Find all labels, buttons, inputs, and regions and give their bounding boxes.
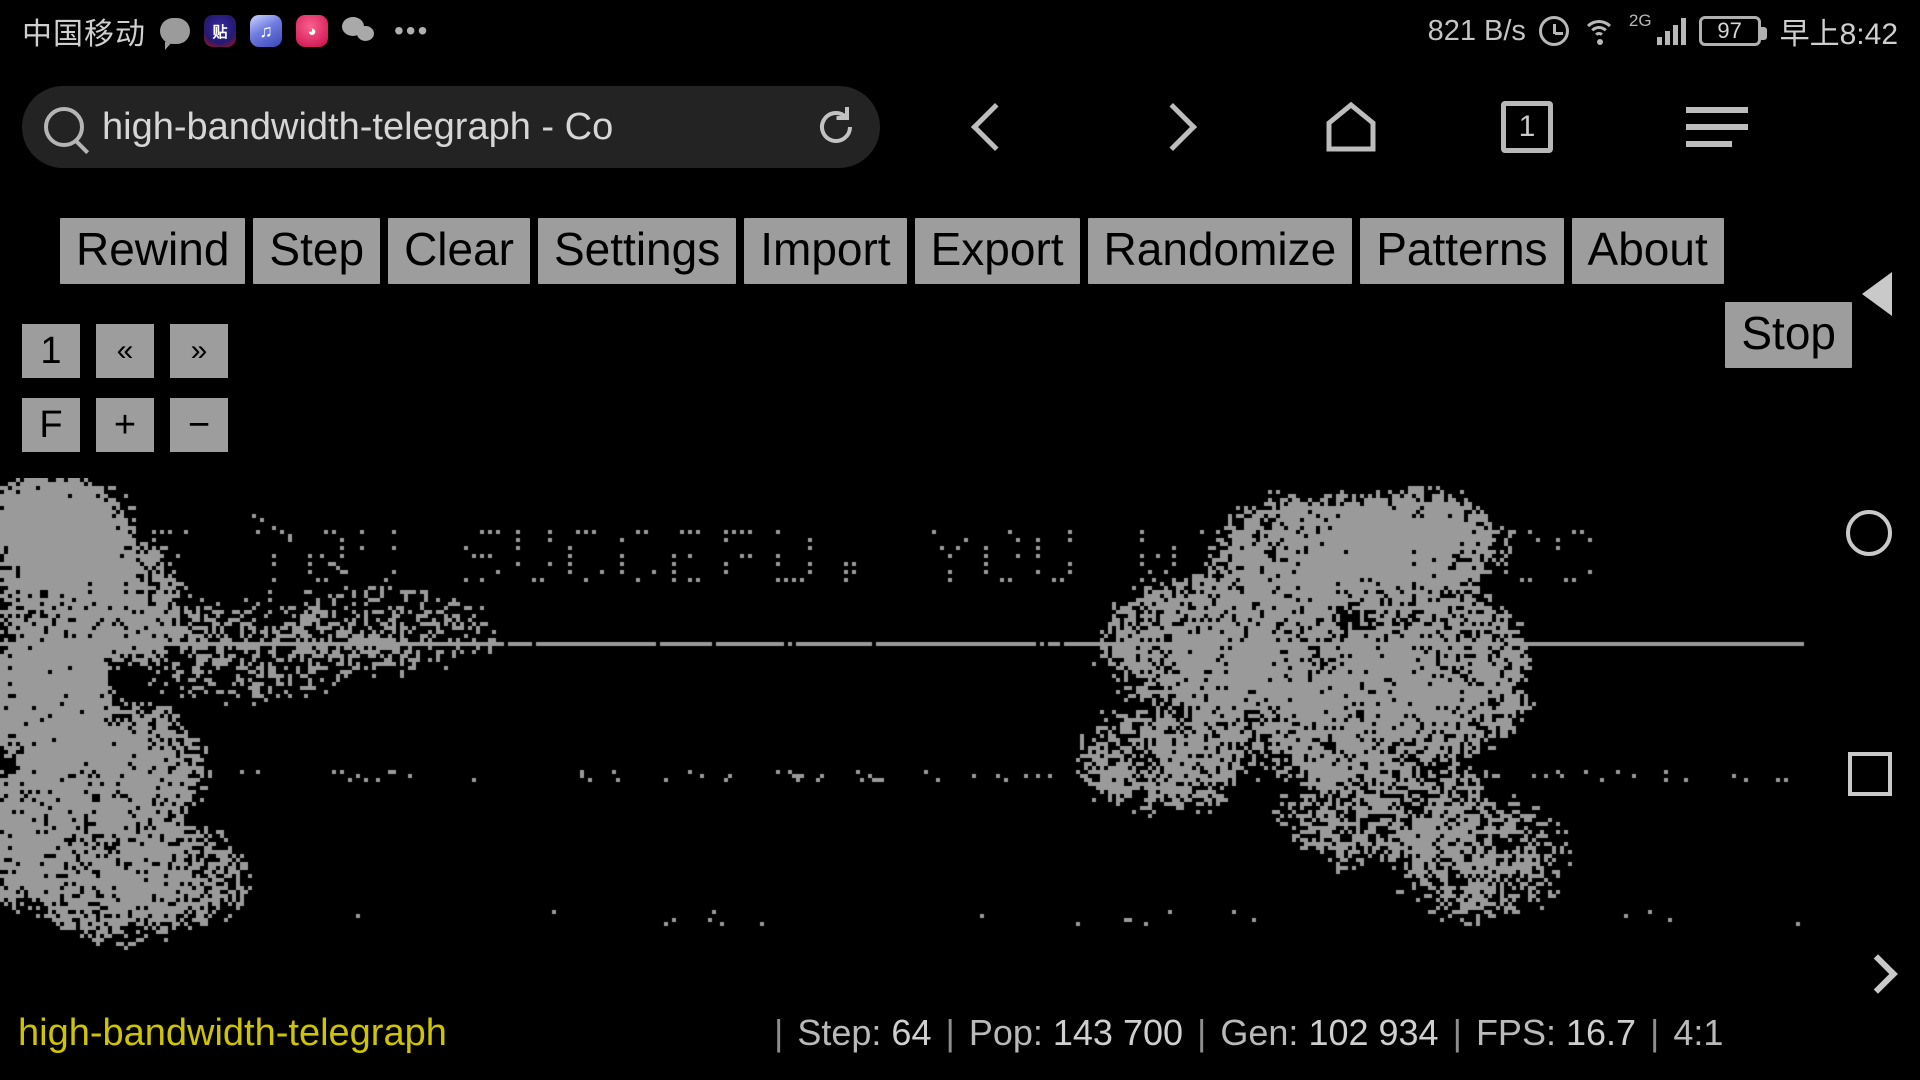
browser-tabs-button[interactable]: 1 (1482, 86, 1572, 168)
step-label: Step: (797, 1012, 882, 1053)
fps-value: 16.7 (1565, 1012, 1637, 1053)
speed-value-button[interactable]: 1 (22, 324, 80, 378)
chevron-right-icon (1858, 954, 1898, 994)
app-toolbar: Rewind Step Clear Settings Import Export… (0, 218, 1920, 368)
system-back-button[interactable] (1862, 272, 1892, 316)
gen-value: 102 934 (1308, 1012, 1439, 1053)
alarm-icon (1538, 16, 1569, 46)
carrier-label: 中国移动 (22, 18, 146, 51)
network-type-label: 2G (1628, 11, 1652, 30)
gen-label: Gen: (1220, 1012, 1299, 1053)
step-value: 64 (891, 1012, 932, 1053)
import-button[interactable]: Import (744, 218, 907, 284)
browser-toolbar: high-bandwidth-telegraph - Co 1 (0, 72, 1920, 182)
stat-separator: | (774, 1012, 784, 1053)
hamburger-menu-icon (1686, 107, 1748, 147)
android-status-bar: 中国移动 贴 ♫ ◕ ••• 821 B/s 2G 97 早上8:42 (0, 0, 1920, 62)
rewind-button[interactable]: Rewind (60, 218, 246, 284)
zoom-in-button[interactable]: + (96, 398, 154, 452)
stat-separator: | (1650, 1012, 1660, 1053)
battery-percent-label: 97 (1717, 18, 1742, 43)
fps-label: FPS: (1475, 1012, 1556, 1053)
zoom-ratio-label: 4:1 (1673, 1012, 1724, 1053)
randomize-button[interactable]: Randomize (1087, 218, 1353, 284)
site-name-label: high-bandwidth-telegraph (18, 1011, 447, 1054)
toolbar-button-row: Rewind Step Clear Settings Import Export… (0, 218, 1920, 284)
stat-separator: | (945, 1012, 955, 1053)
status-bar-left: 中国移动 贴 ♫ ◕ ••• (22, 9, 429, 53)
system-forward-button[interactable] (1858, 954, 1898, 994)
view-control-row: F + − (22, 398, 228, 452)
reload-icon[interactable] (814, 105, 858, 149)
url-bar[interactable]: high-bandwidth-telegraph - Co (22, 86, 880, 168)
browser-back-button[interactable] (950, 86, 1040, 168)
search-icon (44, 107, 84, 147)
url-text: high-bandwidth-telegraph - Co (102, 105, 614, 148)
tieba-app-icon: 贴 (204, 15, 236, 47)
pop-label: Pop: (968, 1012, 1043, 1053)
about-button[interactable]: About (1571, 218, 1724, 284)
wechat-icon (342, 17, 380, 45)
settings-button[interactable]: Settings (538, 218, 737, 284)
pop-value: 143 700 (1052, 1012, 1184, 1053)
export-button[interactable]: Export (914, 218, 1080, 284)
app-status-bar: high-bandwidth-telegraph | Step: 64 | Po… (0, 1002, 1920, 1064)
zoom-out-button[interactable]: − (170, 398, 228, 452)
system-recents-button[interactable] (1848, 752, 1892, 796)
browser-home-button[interactable] (1306, 86, 1396, 168)
stats-readout: | Step: 64 | Pop: 143 700 | Gen: 102 934… (760, 1012, 1723, 1054)
stat-separator: | (1197, 1012, 1207, 1053)
screen: 中国移动 贴 ♫ ◕ ••• 821 B/s 2G 97 早上8:42 high… (0, 0, 1920, 1080)
home-icon (1325, 101, 1377, 153)
triangle-back-icon (1862, 272, 1892, 316)
speed-control-row: 1 « » (22, 324, 228, 378)
fit-button[interactable]: F (22, 398, 80, 452)
patterns-button[interactable]: Patterns (1360, 218, 1564, 284)
message-bubble-icon (160, 18, 190, 50)
overflow-dots-icon: ••• (394, 15, 430, 46)
pink-app-icon: ◕ (296, 15, 328, 47)
stat-separator: | (1452, 1012, 1462, 1053)
chevron-right-icon (1148, 102, 1198, 152)
chevron-left-icon (970, 102, 1020, 152)
life-canvas-area[interactable] (0, 478, 1805, 1010)
wifi-icon (1581, 18, 1616, 45)
browser-menu-button[interactable] (1672, 86, 1762, 168)
speed-down-button[interactable]: « (96, 324, 154, 378)
system-navigation (1805, 0, 1920, 1080)
net-speed-label: 821 B/s (1427, 14, 1526, 47)
speed-up-button[interactable]: » (170, 324, 228, 378)
music-app-icon: ♫ (250, 15, 282, 47)
life-canvas[interactable] (0, 478, 1805, 1010)
signal-bars-icon (1656, 17, 1686, 45)
battery-icon: 97 (1698, 16, 1767, 46)
tab-count-badge: 1 (1501, 101, 1553, 153)
browser-forward-button[interactable] (1128, 86, 1218, 168)
step-button[interactable]: Step (253, 218, 381, 284)
system-home-button[interactable] (1846, 510, 1892, 556)
clear-button[interactable]: Clear (388, 218, 530, 284)
